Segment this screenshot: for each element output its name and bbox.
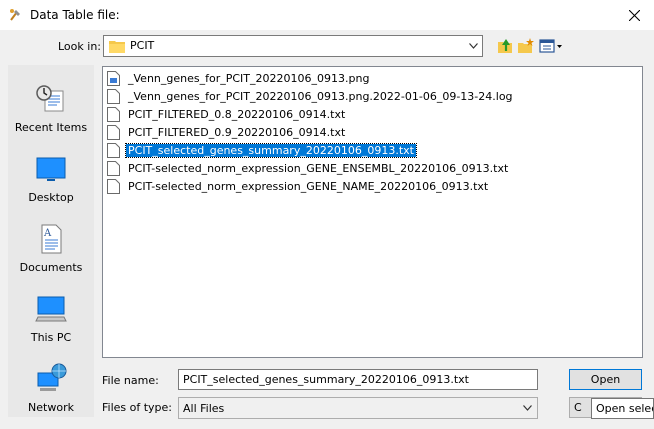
file-icon: [107, 124, 120, 140]
list-item[interactable]: _Venn_genes_for_PCIT_20220106_0913.png: [107, 69, 371, 87]
recent-items-icon: [36, 85, 64, 112]
close-button[interactable]: [614, 0, 654, 30]
file-icon: [107, 88, 120, 104]
up-folder-icon: [498, 39, 512, 53]
files-of-type-label: Files of type:: [102, 401, 173, 414]
place-this-pc[interactable]: This PC: [8, 287, 94, 349]
tooltip-text: Open selec: [596, 402, 654, 415]
open-button-label: Open: [590, 373, 621, 386]
file-icon: [107, 142, 120, 158]
svg-text:A: A: [43, 228, 52, 239]
place-label: Network: [28, 401, 74, 414]
place-recent-items[interactable]: Recent Items: [8, 77, 94, 139]
place-label: Desktop: [28, 191, 74, 204]
desktop-icon: [36, 157, 66, 181]
file-name-label: File name:: [102, 374, 159, 387]
file-name: _Venn_genes_for_PCIT_20220106_0913.png.2…: [128, 89, 513, 103]
places-bar: Recent Items Desktop A Documents This PC…: [8, 65, 94, 417]
file-icon: [107, 160, 120, 176]
file-icon: [107, 106, 120, 122]
open-button[interactable]: Open: [569, 369, 642, 390]
up-folder-button[interactable]: [496, 36, 516, 56]
place-label: This PC: [30, 331, 72, 344]
list-item[interactable]: PCIT-selected_norm_expression_GENE_ENSEM…: [107, 159, 510, 177]
place-desktop[interactable]: Desktop: [8, 147, 94, 209]
network-icon: [37, 363, 67, 391]
window-title: Data Table file:: [30, 8, 120, 22]
files-of-type-select[interactable]: All Files: [178, 397, 538, 419]
image-file-icon: [107, 70, 120, 86]
file-name: PCIT-selected_norm_expression_GENE_NAME_…: [128, 179, 489, 193]
file-name: _Venn_genes_for_PCIT_20220106_0913.png: [128, 71, 370, 85]
file-name-input[interactable]: [178, 369, 538, 390]
app-icon: [10, 9, 20, 21]
documents-icon: A: [41, 224, 62, 254]
list-item[interactable]: PCIT-selected_norm_expression_GENE_NAME_…: [107, 177, 490, 195]
this-pc-icon: [35, 296, 67, 322]
close-icon: [628, 9, 640, 21]
look-in-label: Look in:: [58, 40, 101, 53]
look-in-combo[interactable]: PCIT: [103, 35, 483, 57]
folder-icon: [109, 41, 125, 53]
chevron-down-icon[interactable]: [519, 399, 535, 417]
look-in-value: PCIT: [130, 39, 155, 52]
files-of-type-value: All Files: [183, 402, 225, 415]
file-name: PCIT-selected_norm_expression_GENE_ENSEM…: [128, 161, 509, 175]
list-item-selected[interactable]: PCIT_selected_genes_summary_20220106_091…: [107, 141, 417, 159]
file-name: PCIT_FILTERED_0.8_20220106_0914.txt: [128, 107, 346, 121]
list-item[interactable]: PCIT_FILTERED_0.9_20220106_0914.txt: [107, 123, 347, 141]
view-menu-button[interactable]: [538, 36, 564, 56]
place-label: Recent Items: [14, 121, 88, 134]
new-folder-button[interactable]: [516, 36, 536, 56]
place-network[interactable]: Network: [8, 357, 94, 419]
list-item[interactable]: _Venn_genes_for_PCIT_20220106_0913.png.2…: [107, 87, 515, 105]
file-list[interactable]: _Venn_genes_for_PCIT_20220106_0913.png _…: [102, 66, 643, 358]
new-folder-icon: [518, 38, 534, 53]
list-item[interactable]: PCIT_FILTERED_0.8_20220106_0914.txt: [107, 105, 347, 123]
file-name: PCIT_selected_genes_summary_20220106_091…: [125, 142, 417, 158]
view-menu-icon: [539, 39, 562, 53]
cancel-button-label: C: [574, 401, 582, 414]
file-name: PCIT_FILTERED_0.9_20220106_0914.txt: [128, 125, 346, 139]
file-icon: [107, 178, 120, 194]
title-bar: Data Table file:: [0, 0, 654, 30]
tooltip: Open selec: [591, 398, 654, 419]
place-label: Documents: [19, 261, 83, 274]
place-documents[interactable]: A Documents: [8, 217, 94, 279]
chevron-down-icon[interactable]: [464, 36, 482, 56]
